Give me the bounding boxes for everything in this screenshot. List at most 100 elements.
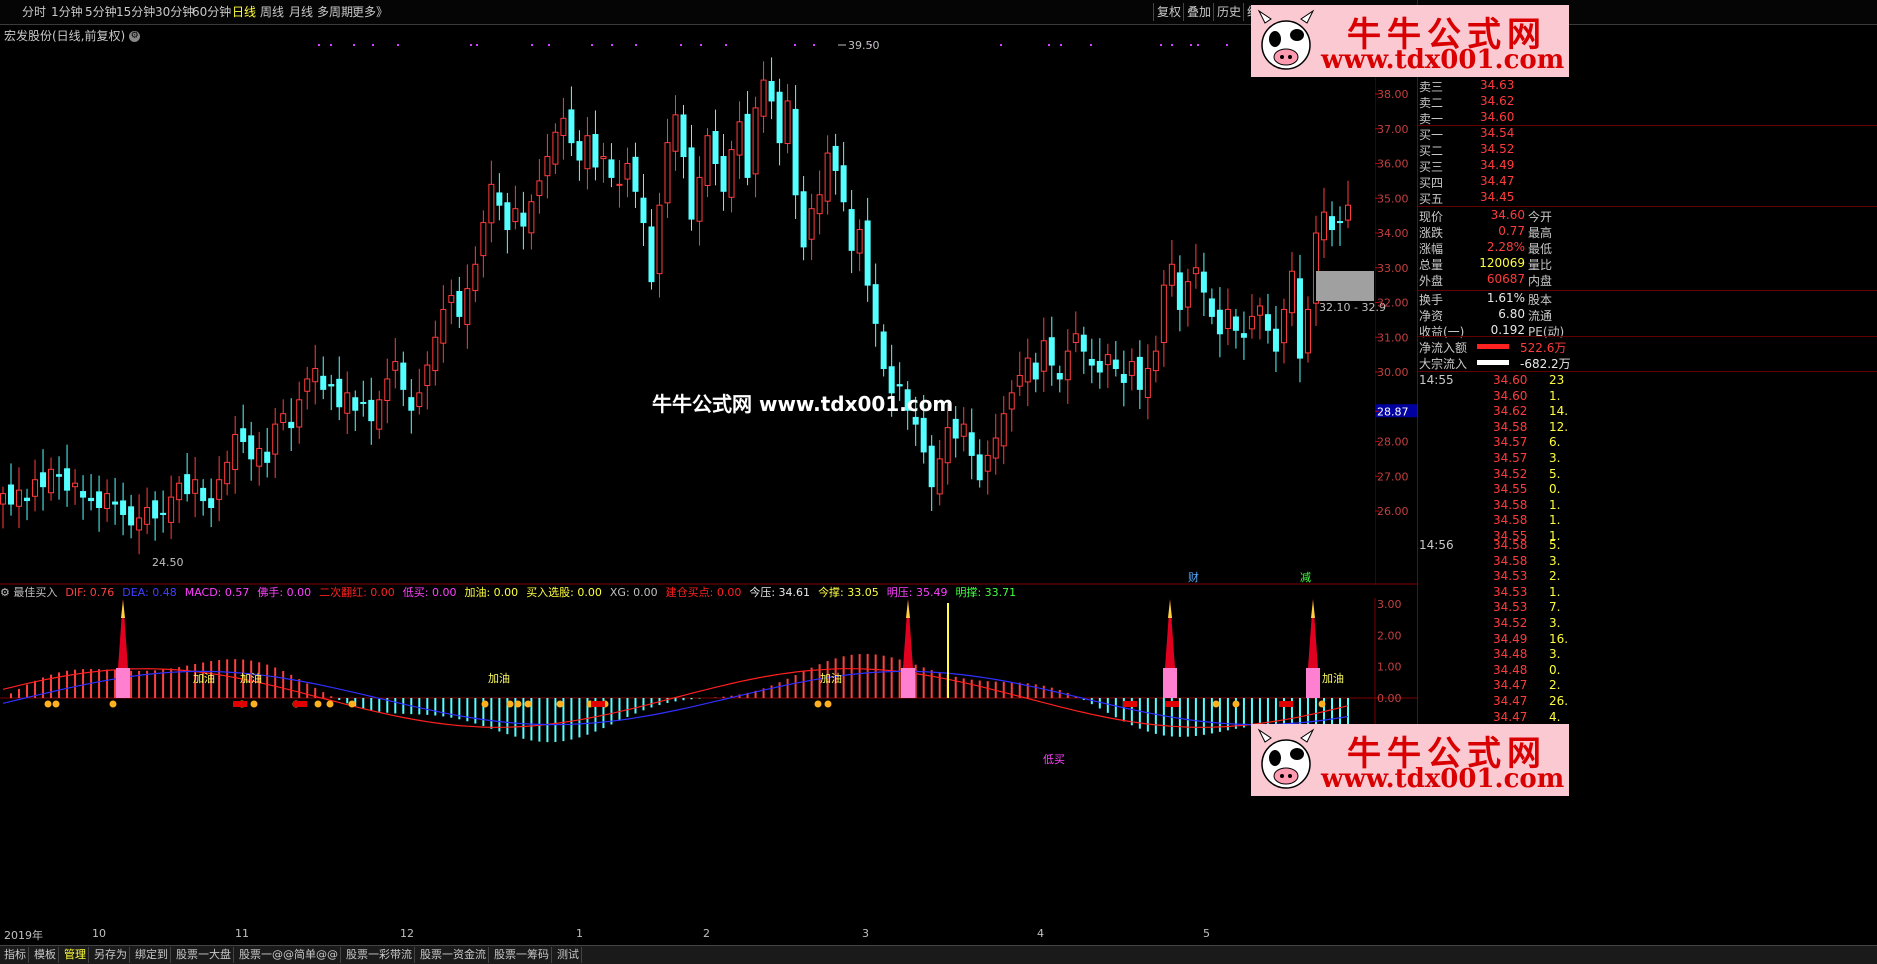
candle-body	[992, 437, 999, 459]
candle-body	[48, 468, 55, 494]
candle-body	[960, 423, 967, 437]
candle-body	[1345, 204, 1351, 221]
tick-vol: 1.	[1549, 388, 1561, 403]
candle-body	[560, 117, 567, 136]
candle-body	[568, 109, 575, 144]
buy-price-3: 34.47	[1480, 174, 1515, 188]
candle-body	[376, 399, 383, 430]
bottom-tab-3[interactable]: 另存为	[92, 947, 130, 963]
period-4[interactable]: 30分钟	[155, 4, 194, 20]
indicator-chart[interactable]: 加油 加油 加油 加油 加油低买 3.00 2.00 1.00 0.00	[0, 598, 1417, 768]
hand-icon	[52, 700, 60, 708]
candle-body	[1056, 373, 1063, 380]
candle-body	[792, 108, 799, 196]
bottom-tab-10[interactable]: 测试	[555, 947, 582, 963]
period-3[interactable]: 15分钟	[116, 4, 155, 20]
tick-vol: 3.	[1549, 647, 1561, 662]
period-1[interactable]: 1分钟	[51, 4, 83, 20]
candle-body	[1080, 334, 1087, 352]
cow-logo-icon	[1257, 9, 1315, 70]
bottom-tab-6[interactable]: 股票一@@简单@@	[237, 947, 341, 963]
toolbar-button-0[interactable]: 复权	[1153, 3, 1184, 21]
period-9[interactable]: 多周期	[317, 4, 353, 20]
date-label-6: 3	[862, 927, 869, 940]
candle-body	[136, 517, 143, 531]
tag-jiayou: 加油	[820, 671, 842, 685]
bottom-tab-5[interactable]: 股票一大盘	[174, 947, 234, 963]
buy-label-4: 买五	[1419, 192, 1444, 206]
stat-label-6: 净资	[1419, 309, 1444, 323]
candle-body	[1064, 350, 1071, 381]
hand-icon	[814, 700, 822, 708]
stat-label2-7: PE(动)	[1528, 325, 1565, 339]
candlestick-chart[interactable]: 32.10 - 32.939.5024.50财减	[0, 40, 1417, 585]
candle-body	[984, 454, 991, 472]
ind-axis-label: 3.00	[1377, 598, 1402, 611]
bottom-tab-7[interactable]: 股票一彩带流	[344, 947, 415, 963]
period-7[interactable]: 周线	[260, 4, 284, 20]
candle-body	[1032, 362, 1039, 380]
period-0[interactable]: 分时	[22, 4, 46, 20]
candle-body	[200, 487, 207, 502]
candle-body	[928, 445, 935, 488]
candle-body	[752, 107, 759, 175]
bottom-tabbar: 指标 模板 管理 另存为 绑定到 股票一大盘 股票一@@简单@@ 股票一彩带流 股票一资金流 股票…	[0, 945, 1877, 964]
bottom-tab-8[interactable]: 股票一资金流	[418, 947, 489, 963]
candle-body	[1152, 350, 1159, 372]
candle-body	[744, 113, 751, 178]
stat-label-5: 换手	[1419, 293, 1444, 307]
candle-body	[1144, 368, 1151, 398]
signal-dot	[476, 44, 478, 46]
bottom-tab-0[interactable]: 指标	[2, 947, 29, 963]
candle-body	[208, 498, 215, 509]
tick-price: 34.60	[1493, 388, 1528, 403]
tick-vol: 4.	[1549, 709, 1561, 724]
stat-value-4: 60687	[1486, 272, 1525, 286]
signal-dot	[1048, 44, 1050, 46]
candle-body	[800, 191, 807, 248]
signal-dot	[611, 44, 613, 46]
tick-vol: 2.	[1549, 678, 1561, 693]
panel-divider	[1417, 371, 1877, 372]
bottom-tab-2[interactable]: 管理	[62, 947, 89, 963]
candle-body	[416, 392, 423, 408]
candle-body	[912, 416, 919, 425]
period-10[interactable]: 更多》	[352, 4, 388, 20]
candle-body	[864, 220, 871, 286]
sell-label-0: 卖三	[1419, 80, 1444, 94]
candle-body	[496, 192, 503, 206]
toolbar-button-2[interactable]: 历史	[1213, 3, 1244, 21]
period-6[interactable]: 日线	[232, 4, 256, 20]
bottom-tab-9[interactable]: 股票一筹码	[492, 947, 552, 963]
period-8[interactable]: 月线	[289, 4, 313, 20]
candle-body	[8, 484, 15, 505]
flow-value-0: 522.6万	[1520, 341, 1567, 355]
buy-label-1: 买二	[1419, 144, 1444, 158]
bottom-tab-4[interactable]: 绑定到	[133, 947, 171, 963]
date-label-0: 2019年	[4, 929, 43, 942]
bottom-tab-1[interactable]: 模板	[32, 947, 59, 963]
buy-marker	[233, 701, 247, 707]
candle-body	[152, 500, 159, 519]
candle-body	[1104, 354, 1111, 366]
candle-body	[176, 482, 183, 501]
tick-price: 34.47	[1493, 709, 1528, 724]
signal-dot	[1197, 44, 1199, 46]
period-5[interactable]: 60分钟	[192, 4, 231, 20]
hand-icon	[326, 700, 334, 708]
candle-body	[1288, 270, 1295, 314]
candle-body	[1336, 221, 1343, 224]
tick-price: 34.58	[1493, 553, 1528, 568]
period-2[interactable]: 5分钟	[85, 4, 117, 20]
toolbar-button-1[interactable]: 叠加	[1183, 3, 1214, 21]
candle-body	[384, 378, 391, 402]
price-tick-label: 34.00	[1377, 227, 1409, 240]
flow-bar-0	[1477, 344, 1509, 349]
tick-price: 34.53	[1493, 600, 1528, 615]
stat-label-3: 总量	[1419, 258, 1444, 272]
hand-icon	[556, 700, 564, 708]
tick-vol: 23	[1549, 373, 1565, 387]
panel-divider	[1417, 125, 1877, 126]
buy-price-0: 34.54	[1480, 126, 1515, 140]
tick-vol: 16.	[1549, 631, 1569, 646]
